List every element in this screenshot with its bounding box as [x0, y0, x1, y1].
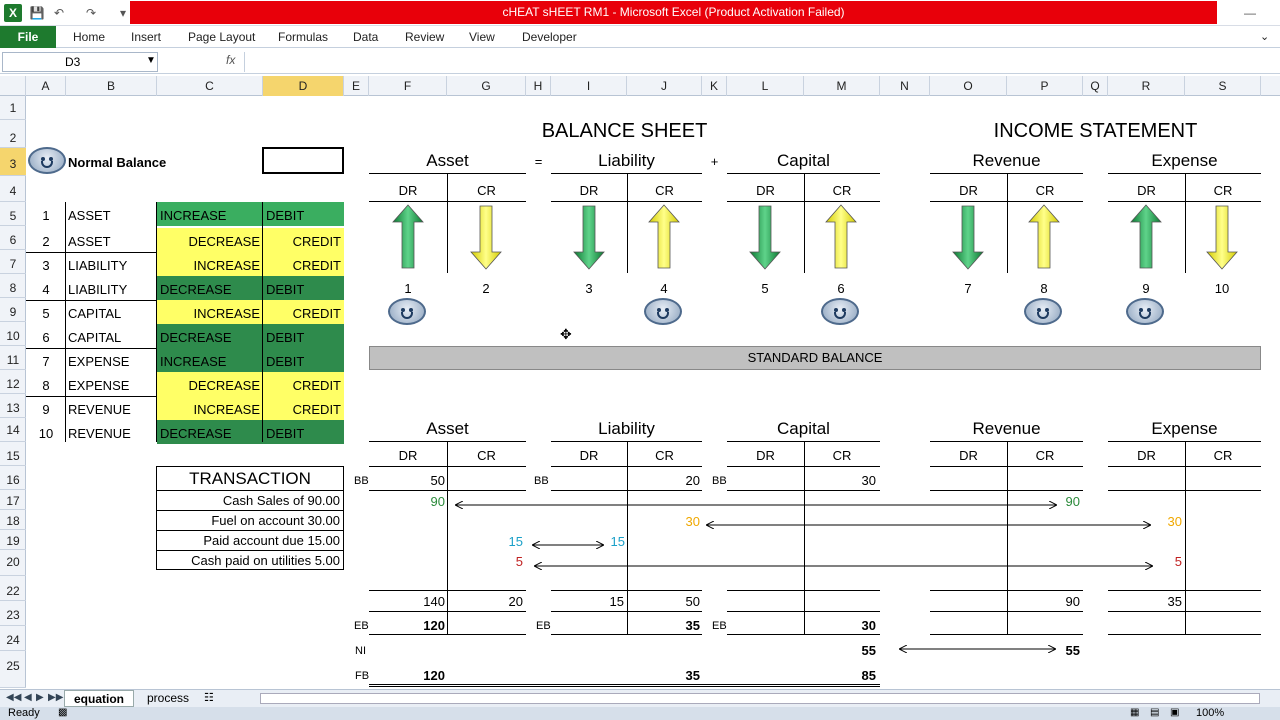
status-bar: Ready ▩ ▦ ▤ ▣ 100% — [0, 707, 1280, 720]
macro-record-icon[interactable]: ▩ — [58, 707, 67, 718]
prev-sheet-icon[interactable]: ◀ — [24, 692, 32, 703]
new-sheet-icon[interactable]: ☷ — [204, 691, 214, 704]
normal-view-icon[interactable]: ▦ — [1130, 707, 1139, 718]
last-sheet-icon[interactable]: ▶▶ — [48, 692, 63, 703]
cursor-icon: ✥ — [560, 326, 572, 342]
sheet-tab-equation[interactable]: equation — [64, 690, 134, 707]
sheet-tab-process[interactable]: process — [140, 690, 196, 707]
zoom-level[interactable]: 100% — [1196, 707, 1224, 719]
page-break-view-icon[interactable]: ▣ — [1170, 707, 1179, 718]
sheet-tabs-bar: ◀◀ ◀ ▶ ▶▶ equation process ☷ — [0, 689, 1280, 707]
page-layout-view-icon[interactable]: ▤ — [1150, 707, 1159, 718]
horizontal-scrollbar[interactable] — [260, 693, 1260, 704]
next-sheet-icon[interactable]: ▶ — [36, 692, 44, 703]
first-sheet-icon[interactable]: ◀◀ — [6, 692, 21, 703]
status-ready: Ready — [8, 707, 40, 719]
double-arrow-connectors — [0, 0, 1280, 720]
